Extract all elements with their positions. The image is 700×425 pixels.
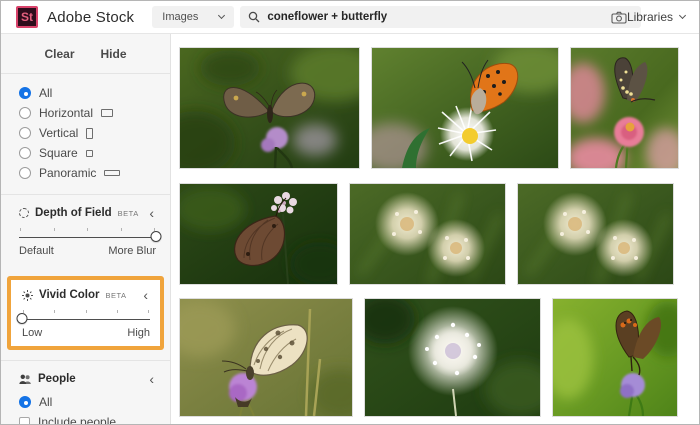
result-photo-brown-butterfly-on-thistle[interactable] (179, 47, 360, 169)
media-type-dropdown[interactable]: Images (152, 6, 234, 28)
option-label: All (39, 86, 52, 100)
libraries-menu[interactable]: Libraries (627, 10, 685, 24)
search-icon (248, 11, 260, 23)
search-input[interactable]: coneflower + butterfly (267, 11, 387, 23)
people-section: People ‹ All Include people Exclude peop… (1, 361, 170, 425)
people-icon (19, 374, 32, 385)
radio-selected-icon[interactable] (19, 396, 31, 408)
result-photo-brown-orange-butterfly-on-scabiosa[interactable] (552, 298, 678, 417)
option-label: All (39, 395, 52, 409)
orientation-filter-group: All Horizontal Vertical Square (1, 74, 170, 195)
orientation-option-vertical[interactable]: Vertical (19, 126, 156, 140)
result-photo-two-dandelion-seed-heads[interactable] (349, 183, 506, 285)
collapse-chevron-icon[interactable]: ‹ (141, 290, 150, 300)
top-navigation-bar: St Adobe Stock Images coneflower + butte… (1, 1, 699, 34)
radio-icon[interactable] (19, 127, 31, 139)
adobe-stock-page: St Adobe Stock Images coneflower + butte… (0, 0, 700, 425)
radio-icon[interactable] (19, 107, 31, 119)
slider-handle[interactable] (151, 231, 162, 242)
clear-filters-button[interactable]: Clear (44, 47, 74, 61)
filters-sidebar: Clear Hide All Horizontal Vertical (1, 34, 171, 425)
slider-ticks (22, 310, 150, 313)
slider-min-label: Low (22, 327, 42, 339)
panoramic-rect-icon (104, 170, 120, 176)
horizontal-rect-icon (101, 109, 113, 117)
aperture-icon (19, 208, 29, 218)
search-bar[interactable]: coneflower + butterfly (240, 6, 641, 28)
result-photo-two-dandelion-seed-heads-duplicate[interactable] (517, 183, 674, 285)
depth-of-field-slider[interactable]: Default More Blur (19, 228, 156, 257)
slider-track[interactable] (22, 319, 150, 320)
option-label: Horizontal (39, 106, 93, 120)
adobe-stock-logo-icon[interactable]: St (16, 6, 38, 28)
section-title: Vivid Color (39, 289, 100, 301)
people-option-include[interactable]: Include people (19, 415, 156, 425)
media-type-dropdown-label: Images (162, 11, 198, 23)
section-title: Depth of Field (35, 207, 112, 219)
radio-icon[interactable] (19, 147, 31, 159)
depth-of-field-section: Depth of Field BETA ‹ Default More Blur (1, 195, 170, 267)
hide-filters-button[interactable]: Hide (101, 47, 127, 61)
search-results-grid (171, 34, 699, 425)
orientation-option-square[interactable]: Square (19, 146, 156, 160)
slider-max-label: More Blur (108, 245, 156, 257)
collapse-chevron-icon[interactable]: ‹ (147, 208, 156, 218)
sun-icon (22, 290, 33, 301)
vivid-color-highlight-box: Vivid Color BETA ‹ Low High (7, 276, 164, 350)
vivid-color-slider[interactable]: Low High (22, 310, 150, 339)
orientation-option-all[interactable]: All (19, 86, 156, 100)
filters-header: Clear Hide (1, 34, 170, 74)
result-photo-marbled-white-butterfly-on-thistle[interactable] (179, 298, 353, 417)
section-title: People (38, 373, 76, 385)
libraries-label: Libraries (627, 10, 673, 24)
checkbox-icon[interactable] (19, 417, 30, 425)
slider-min-label: Default (19, 245, 54, 257)
beta-badge: BETA (118, 209, 139, 218)
slider-ticks (19, 228, 156, 231)
brand-title: Adobe Stock (47, 9, 134, 26)
slider-handle[interactable] (17, 313, 28, 324)
slider-max-label: High (127, 327, 150, 339)
result-photo-dandelion-seed-head[interactable] (364, 298, 541, 417)
radio-selected-icon[interactable] (19, 87, 31, 99)
option-label: Include people (38, 415, 116, 425)
result-photo-orange-copper-butterfly-on-fleabane[interactable] (371, 47, 559, 169)
camera-icon (611, 11, 627, 24)
result-photo-brown-butterfly-on-white-flowers[interactable] (179, 183, 338, 285)
collapse-chevron-icon[interactable]: ‹ (147, 374, 156, 384)
slider-track[interactable] (19, 237, 156, 238)
radio-icon[interactable] (19, 167, 31, 179)
people-option-all[interactable]: All (19, 395, 156, 409)
beta-badge: BETA (106, 291, 127, 300)
option-label: Square (39, 146, 78, 160)
chevron-down-icon (679, 12, 686, 19)
result-photo-swallowtail-butterfly-on-pink-zinnia[interactable] (570, 47, 679, 169)
chevron-down-icon (218, 12, 225, 19)
orientation-option-horizontal[interactable]: Horizontal (19, 106, 156, 120)
vertical-rect-icon (86, 128, 93, 139)
orientation-option-panoramic[interactable]: Panoramic (19, 166, 156, 180)
square-icon (86, 150, 93, 157)
option-label: Panoramic (39, 166, 96, 180)
option-label: Vertical (39, 126, 78, 140)
visual-search-camera-button[interactable] (611, 11, 627, 24)
